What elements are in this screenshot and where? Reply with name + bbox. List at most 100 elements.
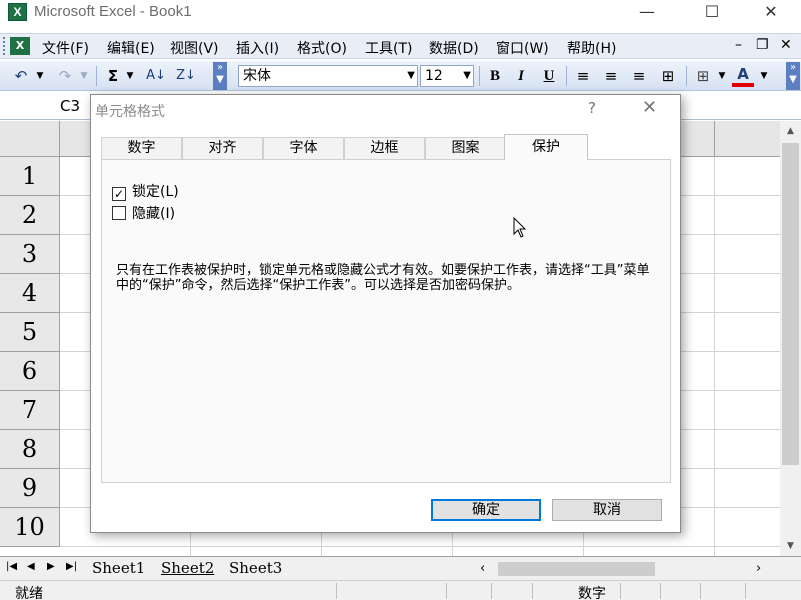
toolbar-separator xyxy=(479,66,480,86)
close-window-button[interactable]: ✕ xyxy=(748,0,794,25)
tab-patterns[interactable]: 图案 xyxy=(425,137,506,159)
horizontal-scrollbar[interactable]: ‹ › xyxy=(476,560,776,578)
row-header[interactable]: 5 xyxy=(0,313,60,352)
toolbar-options-icon[interactable]: » ▼ xyxy=(213,62,227,90)
align-right-icon[interactable]: ≡ xyxy=(628,65,650,87)
status-ready: 就绪 xyxy=(15,586,43,600)
tab-alignment[interactable]: 对齐 xyxy=(182,137,263,159)
mouse-cursor-icon xyxy=(513,217,527,238)
last-sheet-icon[interactable]: ▶| xyxy=(66,561,77,572)
toolbar-options-icon[interactable]: » ▼ xyxy=(786,62,800,90)
tab-font[interactable]: 字体 xyxy=(263,137,344,159)
underline-button[interactable]: U xyxy=(538,65,560,87)
row-header[interactable]: 2 xyxy=(0,196,60,235)
menu-format[interactable]: 格式(O) xyxy=(297,38,347,58)
select-all-corner[interactable] xyxy=(0,121,60,157)
row-header[interactable]: 6 xyxy=(0,352,60,391)
sheet-tab-bar: |◀ ◀ ▶ ▶| Sheet1 Sheet2 Sheet3 ‹ › xyxy=(0,556,801,580)
redo-dropdown-icon[interactable]: ▼ xyxy=(78,65,90,87)
status-divider xyxy=(532,583,533,599)
close-icon[interactable]: ✕ xyxy=(642,97,657,118)
row-header[interactable]: 9 xyxy=(0,469,60,508)
locked-option[interactable]: ✓ 锁定(L) xyxy=(112,181,179,201)
merge-center-icon[interactable]: ⊞ xyxy=(656,65,680,87)
ok-button[interactable]: 确定 xyxy=(431,499,541,521)
align-left-icon[interactable]: ≡ xyxy=(572,65,594,87)
bold-button[interactable]: B xyxy=(484,65,506,87)
row-header[interactable]: 1 xyxy=(0,157,60,196)
undo-icon[interactable]: ↶ xyxy=(10,65,32,87)
menu-view[interactable]: 视图(V) xyxy=(170,38,219,58)
sort-ascending-icon[interactable]: A↓ xyxy=(142,65,170,87)
sheet-tab-sheet1[interactable]: Sheet1 xyxy=(88,559,149,579)
font-name-select[interactable]: 宋体 ▼ xyxy=(238,65,418,87)
chevron-down-icon[interactable]: ▼ xyxy=(407,66,415,86)
next-sheet-icon[interactable]: ▶ xyxy=(47,561,55,572)
status-divider xyxy=(620,583,621,599)
row-header[interactable]: 7 xyxy=(0,391,60,430)
font-color-dropdown-icon[interactable]: ▼ xyxy=(758,65,770,87)
borders-icon[interactable]: ⊞ xyxy=(692,65,714,87)
font-size-select[interactable]: 12 ▼ xyxy=(420,65,474,87)
scroll-right-icon[interactable]: › xyxy=(756,561,761,576)
menu-file[interactable]: 文件(F) xyxy=(42,38,89,58)
font-color-icon[interactable]: A xyxy=(732,65,754,87)
name-box[interactable]: C3 xyxy=(0,95,84,117)
menu-help[interactable]: 帮助(H) xyxy=(567,38,616,58)
hidden-option[interactable]: 隐藏(I) xyxy=(112,203,175,223)
workbook-icon[interactable]: X xyxy=(10,37,30,55)
doc-minimize-button[interactable]: – xyxy=(735,37,742,53)
status-bar: 就绪 数字 xyxy=(0,580,801,600)
tab-protection[interactable]: 保护 xyxy=(504,134,588,160)
menu-tools[interactable]: 工具(T) xyxy=(365,38,412,58)
vertical-scrollbar[interactable]: ▲ ▼ xyxy=(780,121,801,556)
doc-restore-button[interactable]: ❐ xyxy=(756,37,769,53)
locked-checkbox[interactable]: ✓ xyxy=(112,187,126,201)
menu-data[interactable]: 数据(D) xyxy=(429,38,479,58)
scroll-down-icon[interactable]: ▼ xyxy=(780,536,801,556)
column-header[interactable] xyxy=(715,121,780,157)
tab-number[interactable]: 数字 xyxy=(101,137,182,159)
redo-icon[interactable]: ↷ xyxy=(54,65,76,87)
scrollbar-thumb[interactable] xyxy=(782,143,799,465)
sheet-tab-sheet3[interactable]: Sheet3 xyxy=(225,559,286,579)
tab-border[interactable]: 边框 xyxy=(344,137,425,159)
hidden-label: 隐藏(I) xyxy=(132,206,176,222)
menu-window[interactable]: 窗口(W) xyxy=(496,38,549,58)
minimize-button[interactable]: — xyxy=(624,0,670,25)
sort-descending-icon[interactable]: Z↓ xyxy=(172,65,200,87)
font-size-value: 12 xyxy=(425,68,443,84)
grid-line xyxy=(60,546,780,547)
font-name-value: 宋体 xyxy=(243,68,271,84)
format-cells-dialog: 单元格格式 ? ✕ 数字 对齐 字体 边框 图案 保护 ✓ 锁定(L) 隐藏(I)… xyxy=(90,94,681,533)
borders-dropdown-icon[interactable]: ▼ xyxy=(716,65,728,87)
align-center-icon[interactable]: ≡ xyxy=(600,65,622,87)
chevron-down-icon[interactable]: ▼ xyxy=(463,66,471,86)
menu-edit[interactable]: 编辑(E) xyxy=(107,38,155,58)
doc-close-button[interactable]: ✕ xyxy=(780,37,792,53)
hidden-checkbox[interactable] xyxy=(112,206,126,220)
row-header[interactable]: 10 xyxy=(0,508,60,547)
grid-line xyxy=(714,157,715,556)
autosum-dropdown-icon[interactable]: ▼ xyxy=(124,65,136,87)
cancel-button[interactable]: 取消 xyxy=(552,499,662,521)
row-header[interactable]: 8 xyxy=(0,430,60,469)
first-sheet-icon[interactable]: |◀ xyxy=(6,561,17,572)
scrollbar-thumb[interactable] xyxy=(498,562,655,576)
status-divider xyxy=(700,583,701,599)
window-title: Microsoft Excel - Book1 xyxy=(34,3,192,20)
help-icon[interactable]: ? xyxy=(588,99,596,117)
scroll-up-icon[interactable]: ▲ xyxy=(780,121,801,141)
prev-sheet-icon[interactable]: ◀ xyxy=(27,561,35,572)
row-header[interactable]: 3 xyxy=(0,235,60,274)
scroll-left-icon[interactable]: ‹ xyxy=(480,561,485,576)
undo-dropdown-icon[interactable]: ▼ xyxy=(34,65,46,87)
menu-grip-icon[interactable] xyxy=(3,37,7,55)
status-divider xyxy=(660,583,661,599)
maximize-button[interactable]: ☐ xyxy=(689,0,735,25)
row-header[interactable]: 4 xyxy=(0,274,60,313)
menu-insert[interactable]: 插入(I) xyxy=(236,38,279,58)
italic-button[interactable]: I xyxy=(510,65,532,87)
autosum-icon[interactable]: Σ xyxy=(102,65,124,87)
sheet-tab-sheet2[interactable]: Sheet2 xyxy=(157,559,218,579)
